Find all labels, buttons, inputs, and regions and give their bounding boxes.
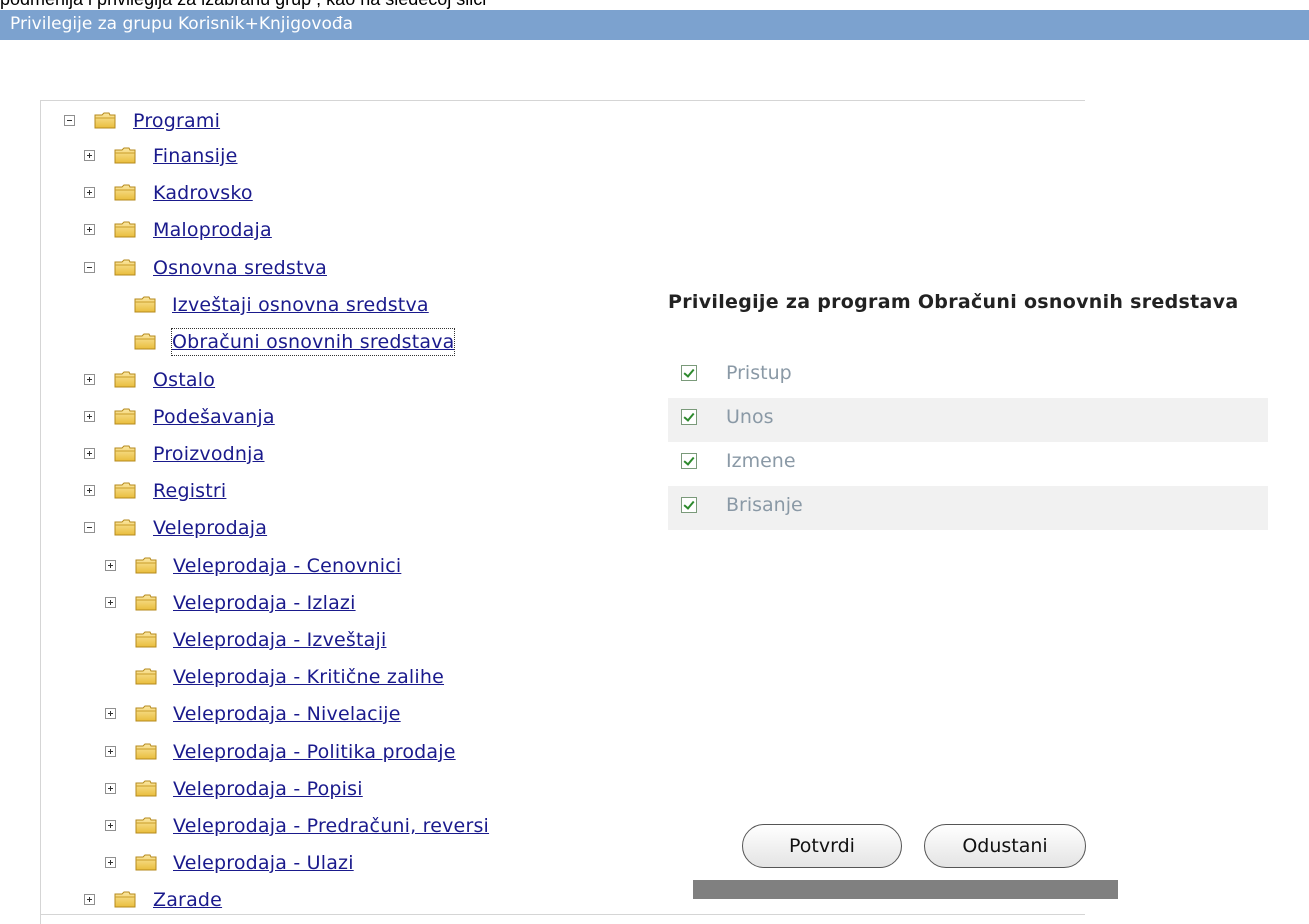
panel-border-top <box>40 100 1085 101</box>
folder-icon <box>134 333 156 350</box>
tree-node-label[interactable]: Veleprodaja - Ulazi <box>173 850 354 876</box>
panel-border-bottom <box>40 914 1085 915</box>
folder-icon <box>135 705 157 722</box>
document-text: podmenija i privilegija za izabranu grup… <box>0 0 486 10</box>
tree-node-label-selected[interactable]: Obračuni osnovnih sredstava <box>170 328 456 356</box>
privileges-title: Privilegije za program Obračuni osnovnih… <box>668 291 1239 313</box>
panel-border-left <box>40 100 41 924</box>
collapse-icon[interactable] <box>84 262 95 273</box>
tree-node-label[interactable]: Veleprodaja - Izveštaji <box>173 627 386 653</box>
tree-node-label[interactable]: Veleprodaja - Popisi <box>173 776 363 802</box>
expand-icon[interactable] <box>84 448 95 459</box>
expand-icon[interactable] <box>105 597 116 608</box>
expand-icon[interactable] <box>84 187 95 198</box>
folder-icon <box>114 408 136 425</box>
tree-node-label[interactable]: Veleprodaja - Kritične zalihe <box>173 664 444 690</box>
folder-icon <box>114 445 136 462</box>
privilege-label: Brisanje <box>726 494 803 516</box>
tree-node-label[interactable]: Veleprodaja - Predračuni, reversi <box>173 813 489 839</box>
tree-node-label[interactable]: Finansije <box>153 143 238 169</box>
tree-node-label[interactable]: Programi <box>133 108 220 134</box>
tree-node-label[interactable]: Osnovna sredstva <box>153 255 327 281</box>
folder-icon <box>114 482 136 499</box>
expand-icon[interactable] <box>84 224 95 235</box>
expand-icon[interactable] <box>105 560 116 571</box>
folder-icon <box>135 557 157 574</box>
privilege-row-brisanje[interactable]: Brisanje <box>668 486 1268 530</box>
tree-node-label[interactable]: Veleprodaja - Nivelacije <box>173 701 401 727</box>
tree-node-label[interactable]: Ostalo <box>153 367 215 393</box>
privilege-row-pristup[interactable]: Pristup <box>668 354 1268 398</box>
tree-node-label[interactable]: Proizvodnja <box>153 441 265 467</box>
tree-node-label[interactable]: Zarade <box>153 887 222 913</box>
brisanje-checkbox[interactable] <box>681 497 697 513</box>
expand-icon[interactable] <box>105 783 116 794</box>
folder-icon <box>135 854 157 871</box>
tree-node-label[interactable]: Veleprodaja - Izlazi <box>173 590 356 616</box>
privilege-label: Izmene <box>726 450 796 472</box>
tree-node-label[interactable]: Veleprodaja <box>153 515 267 541</box>
folder-icon <box>135 631 157 648</box>
tree-node-label[interactable]: Registri <box>153 478 226 504</box>
tree-node-label[interactable]: Veleprodaja - Cenovnici <box>173 553 401 579</box>
folder-icon <box>135 780 157 797</box>
expand-icon[interactable] <box>105 746 116 757</box>
expand-icon[interactable] <box>105 708 116 719</box>
privilege-label: Unos <box>726 406 774 428</box>
tree-node-label[interactable]: Izveštaji osnovna sredstva <box>172 292 429 318</box>
folder-open-icon <box>94 112 116 129</box>
folder-icon <box>135 594 157 611</box>
collapse-icon[interactable] <box>64 115 75 126</box>
expand-icon[interactable] <box>84 150 95 161</box>
folder-open-icon <box>114 259 136 276</box>
expand-icon[interactable] <box>84 485 95 496</box>
folder-icon <box>135 817 157 834</box>
title-bar: Privilegije za grupu Korisnik+Knjigovođa <box>0 10 1309 40</box>
folder-icon <box>114 184 136 201</box>
tree-node-label[interactable]: Podešavanja <box>153 404 275 430</box>
privilege-label: Pristup <box>726 362 792 384</box>
privilege-row-unos[interactable]: Unos <box>668 398 1268 442</box>
expand-icon[interactable] <box>105 857 116 868</box>
folder-open-icon <box>114 519 136 536</box>
folder-icon <box>114 371 136 388</box>
izmene-checkbox[interactable] <box>681 453 697 469</box>
unos-checkbox[interactable] <box>681 409 697 425</box>
expand-icon[interactable] <box>84 411 95 422</box>
folder-icon <box>135 668 157 685</box>
expand-icon[interactable] <box>105 820 116 831</box>
expand-icon[interactable] <box>84 374 95 385</box>
tree-node-label[interactable]: Veleprodaja - Politika prodaje <box>173 739 456 765</box>
folder-icon <box>114 221 136 238</box>
privilege-row-izmene[interactable]: Izmene <box>668 442 1268 486</box>
folder-icon <box>135 743 157 760</box>
folder-icon <box>134 296 156 313</box>
cancel-button[interactable]: Odustani <box>924 824 1086 868</box>
window-title: Privilegije za grupu Korisnik+Knjigovođa <box>10 14 354 34</box>
pristup-checkbox[interactable] <box>681 365 697 381</box>
tree-node-label[interactable]: Kadrovsko <box>153 180 253 206</box>
tree-node-label[interactable]: Maloprodaja <box>153 217 272 243</box>
expand-icon[interactable] <box>84 894 95 905</box>
status-bar <box>693 880 1118 899</box>
folder-icon <box>114 147 136 164</box>
collapse-icon[interactable] <box>84 522 95 533</box>
folder-icon <box>114 891 136 908</box>
confirm-button[interactable]: Potvrdi <box>742 824 902 868</box>
